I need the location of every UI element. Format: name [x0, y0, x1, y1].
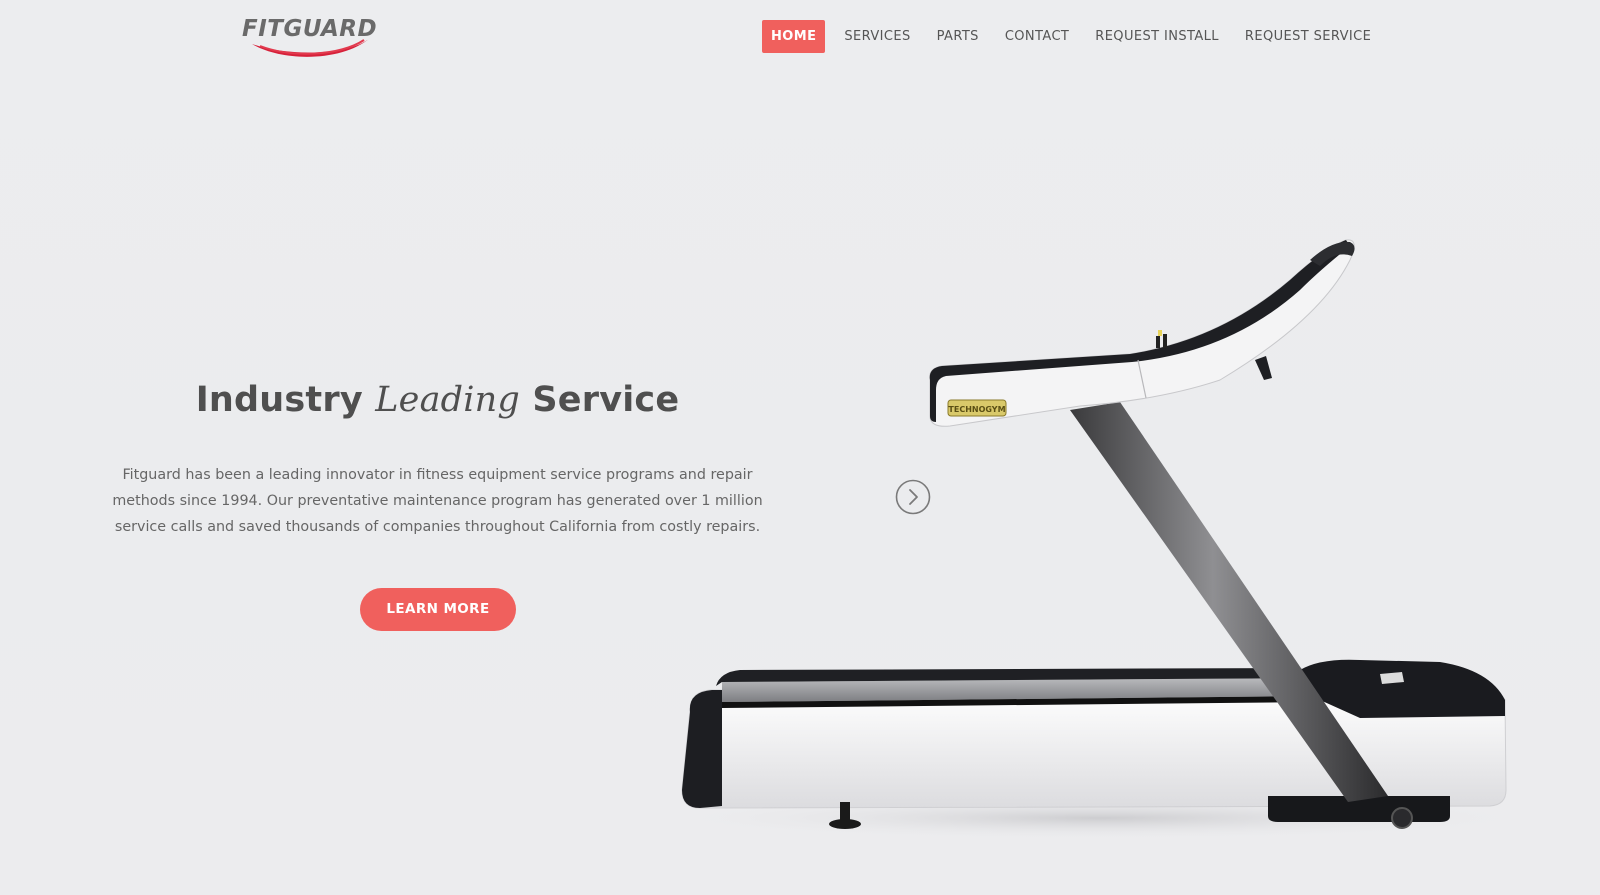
fitguard-logo[interactable]: FITGUARD [242, 14, 378, 60]
nav-contact[interactable]: CONTACT [992, 20, 1082, 53]
hero-title-part1: Industry [195, 380, 376, 420]
main-nav: HOME SERVICES PARTS CONTACT REQUEST INST… [762, 20, 1384, 53]
page: FITGUARD HOME SERVICES PARTS CONTACT REQ… [0, 0, 1600, 895]
svg-text:TECHNOGYM: TECHNOGYM [948, 405, 1005, 414]
hero-title-italic: Leading [375, 380, 521, 420]
hero-title-part2: Service [520, 380, 680, 420]
nav-home[interactable]: HOME [762, 20, 826, 53]
nav-request-service[interactable]: REQUEST SERVICE [1232, 20, 1384, 53]
nav-parts[interactable]: PARTS [924, 20, 992, 53]
learn-more-button[interactable]: LEARN MORE [360, 588, 516, 631]
treadmill-image: TECHNOGYM [660, 239, 1540, 840]
logo-text: FITGUARD [242, 16, 378, 42]
nav-request-install[interactable]: REQUEST INSTALL [1082, 20, 1232, 53]
nav-services[interactable]: SERVICES [831, 20, 923, 53]
